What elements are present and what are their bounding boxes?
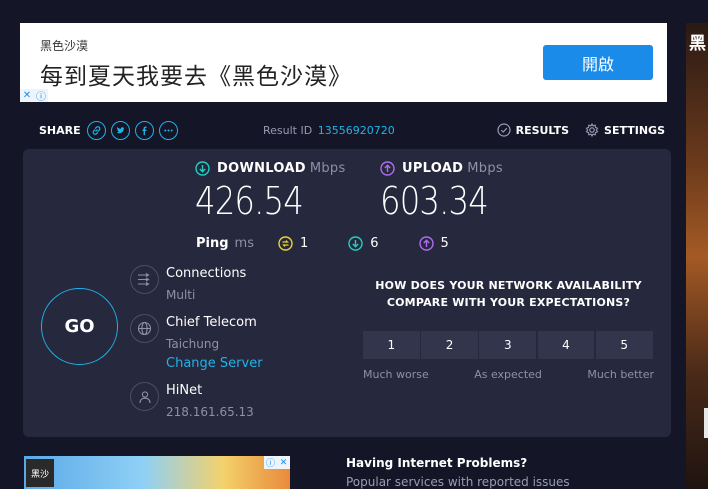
result-id: Result ID 13556920720 xyxy=(263,124,395,137)
ping-idle[interactable]: 1 xyxy=(278,236,308,251)
more-share-icon[interactable] xyxy=(158,120,178,140)
settings-label: SETTINGS xyxy=(604,123,665,137)
ad-choices[interactable]: ✕ ⓘ xyxy=(20,89,48,103)
side-ad-glyph: 黑 xyxy=(689,34,706,54)
rating-option-1[interactable]: 1 xyxy=(363,331,420,359)
ping-download[interactable]: 6 xyxy=(348,236,379,251)
ping-idle-icon xyxy=(278,236,293,251)
internet-problems-section: Having Internet Problems? Popular servic… xyxy=(346,456,570,489)
rating-option-5[interactable]: 5 xyxy=(595,331,653,359)
rating-option-2[interactable]: 2 xyxy=(421,331,478,359)
rating-label-low: Much worse xyxy=(363,368,429,381)
server-info: Chief Telecom Taichung Change Server xyxy=(130,314,263,371)
bottom-ad-logo: 黑沙 xyxy=(26,459,54,487)
result-toolbar: SHARE Result ID 13556920720 RESULTS SETT… xyxy=(22,116,672,144)
ad-brand: 黑色沙漠 xyxy=(40,39,89,53)
isp-ip: 218.161.65.13 xyxy=(166,405,254,419)
download-value: 426.54 xyxy=(195,179,304,223)
ad-info-icon[interactable]: ⓘ xyxy=(34,89,48,103)
gear-icon xyxy=(585,123,599,137)
ping-upload-icon xyxy=(418,236,434,251)
facebook-share-icon[interactable] xyxy=(134,120,154,140)
upload-arrow-icon xyxy=(380,161,395,176)
toolbar-actions: RESULTS SETTINGS xyxy=(481,123,665,137)
ping-label: Ping xyxy=(196,236,229,251)
ping-unit: ms xyxy=(234,236,254,251)
connections-title: Connections xyxy=(166,266,247,281)
connections-icon[interactable] xyxy=(130,265,159,294)
expectation-survey: HOW DOES YOUR NETWORK AVAILABILITY COMPA… xyxy=(363,277,654,381)
ad-headline: 每到夏天我要去《黑色沙漠》 xyxy=(40,64,352,90)
isp-name: HiNet xyxy=(166,383,203,398)
bottom-ad-info-icon[interactable]: ⓘ xyxy=(264,456,277,469)
upload-label: UPLOAD xyxy=(402,161,464,176)
ping-download-icon xyxy=(348,236,363,251)
ping-upload-value: 5 xyxy=(440,236,449,251)
user-icon xyxy=(130,382,159,411)
top-ad-banner[interactable]: 黑色沙漠 每到夏天我要去《黑色沙漠》 開啟 ✕ ⓘ xyxy=(20,23,667,103)
help-title: Having Internet Problems? xyxy=(346,456,528,470)
ping-row: Ping ms 1 6 5 xyxy=(196,236,489,251)
link-share-icon[interactable] xyxy=(86,120,106,140)
download-unit: Mbps xyxy=(309,161,346,176)
rating-label-high: Much better xyxy=(587,368,654,381)
ad-close-icon[interactable]: ✕ xyxy=(20,89,34,102)
rating-option-4[interactable]: 4 xyxy=(537,331,595,359)
results-label: RESULTS xyxy=(515,123,570,137)
server-name: Chief Telecom xyxy=(166,315,257,330)
ping-upload[interactable]: 5 xyxy=(418,236,449,251)
rating-scale: 1 2 3 4 5 xyxy=(363,331,654,359)
globe-icon xyxy=(130,314,159,343)
result-id-value[interactable]: 13556920720 xyxy=(318,124,395,137)
side-ad-banner[interactable]: 黑 xyxy=(686,23,708,489)
ping-idle-value: 1 xyxy=(299,236,309,251)
go-button[interactable]: GO xyxy=(41,288,118,365)
change-server-link[interactable]: Change Server xyxy=(166,356,263,371)
share-group: SHARE xyxy=(39,120,183,140)
upload-result: UPLOAD Mbps 603.34 xyxy=(380,161,507,223)
twitter-share-icon[interactable] xyxy=(110,120,130,140)
results-button[interactable]: RESULTS xyxy=(496,123,570,137)
rating-label-mid: As expected xyxy=(474,368,542,381)
help-subtitle: Popular services with reported issues xyxy=(346,475,570,489)
upload-value: 603.34 xyxy=(380,179,489,223)
server-location: Taichung xyxy=(166,337,220,351)
rating-labels: Much worse As expected Much better xyxy=(363,368,654,381)
survey-question: HOW DOES YOUR NETWORK AVAILABILITY COMPA… xyxy=(375,279,642,309)
ping-download-value: 6 xyxy=(370,236,379,251)
ad-open-button[interactable]: 開啟 xyxy=(543,45,653,80)
connections-value: Multi xyxy=(166,288,196,302)
download-label: DOWNLOAD xyxy=(217,161,306,176)
share-label: SHARE xyxy=(39,123,81,137)
side-ad-scroll xyxy=(704,408,708,438)
isp-info: HiNet 218.161.65.13 xyxy=(130,382,254,419)
download-result: DOWNLOAD Mbps 426.54 xyxy=(195,161,346,223)
bottom-ad-close-icon[interactable]: ✕ xyxy=(277,456,290,469)
speedtest-panel: DOWNLOAD Mbps 426.54 UPLOAD Mbps 603.34 … xyxy=(23,149,671,437)
download-arrow-icon xyxy=(195,161,210,176)
check-circle-icon xyxy=(496,123,511,137)
bottom-ad-banner[interactable]: 黑沙 ⓘ ✕ xyxy=(24,456,290,489)
upload-unit: Mbps xyxy=(467,161,503,176)
rating-option-3[interactable]: 3 xyxy=(479,331,537,359)
result-id-label: Result ID xyxy=(263,123,313,137)
settings-button[interactable]: SETTINGS xyxy=(585,123,665,137)
connections-info: Connections Multi xyxy=(130,265,246,302)
bottom-ad-choices[interactable]: ⓘ ✕ xyxy=(264,456,290,469)
